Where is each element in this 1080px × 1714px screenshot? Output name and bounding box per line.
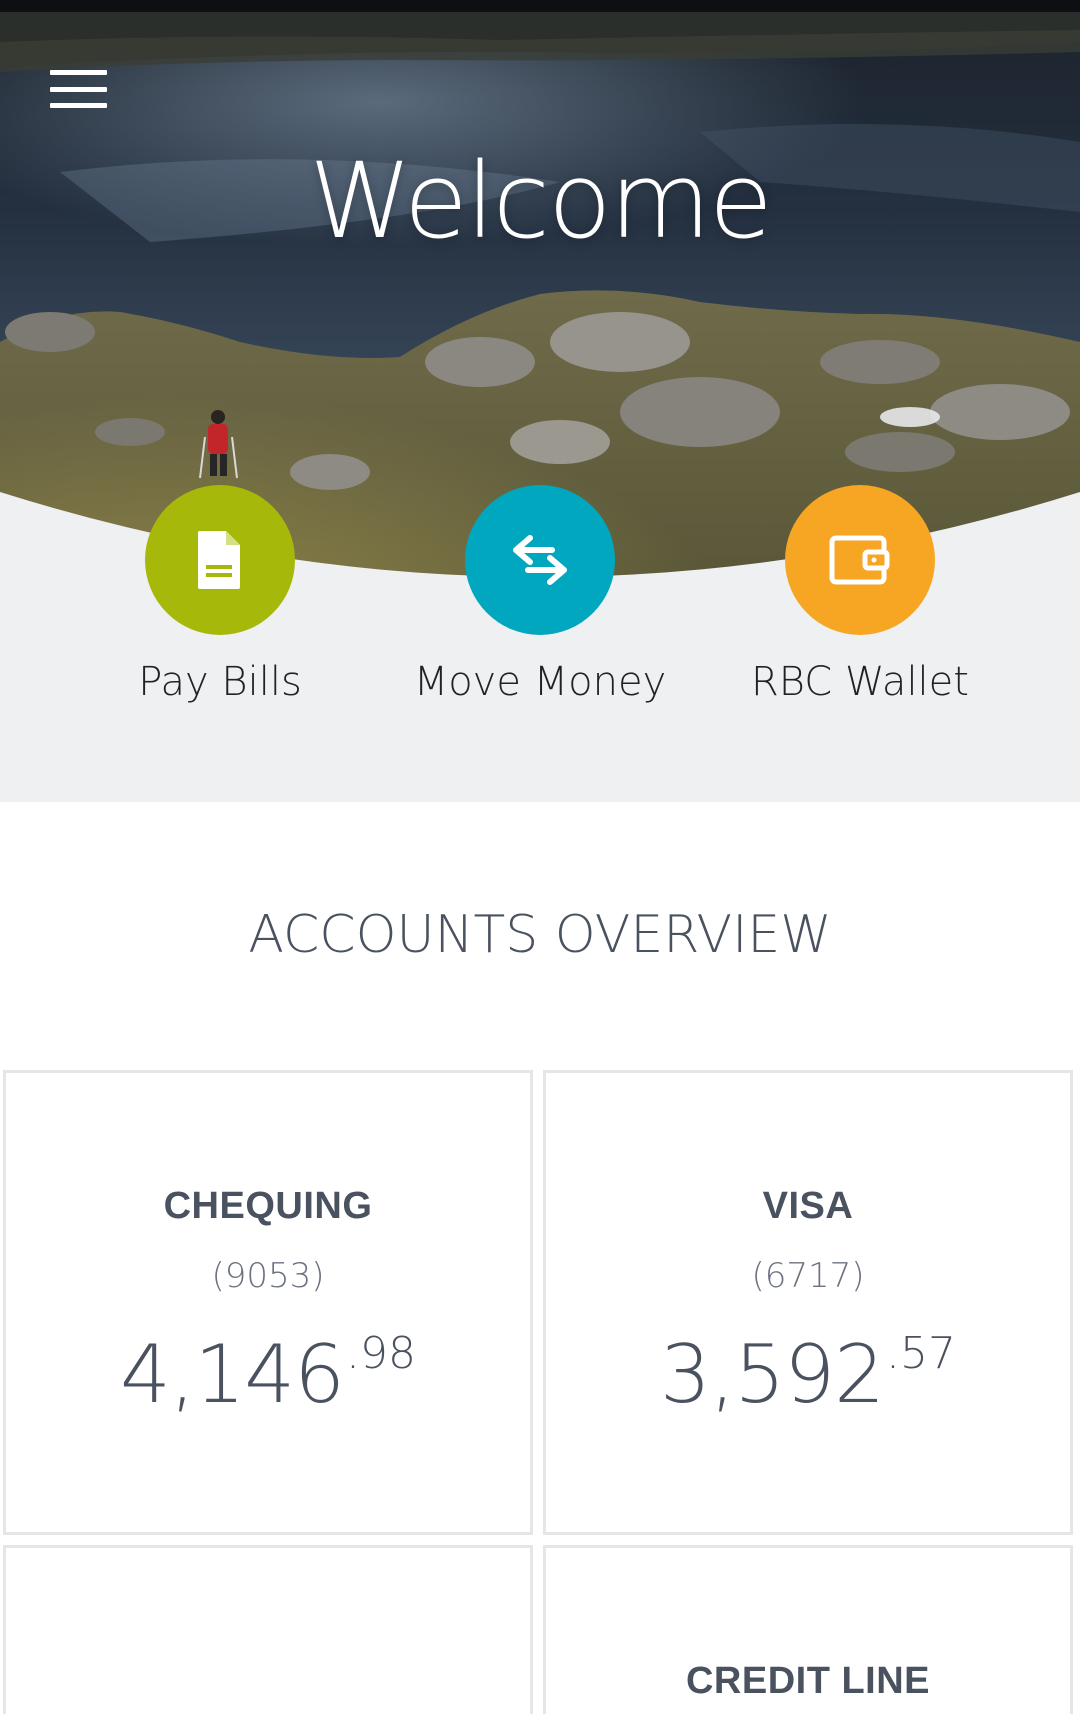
account-balance: 3,592.57 xyxy=(546,1328,1070,1421)
transfer-arrows-icon xyxy=(513,535,567,585)
balance-cents: .98 xyxy=(346,1328,416,1379)
rbc-wallet-button[interactable]: RBC Wallet xyxy=(700,485,1020,705)
account-number: (6717) xyxy=(751,1256,865,1296)
move-money-circle[interactable] xyxy=(465,485,615,635)
pay-bills-circle[interactable] xyxy=(145,485,295,635)
balance-dollars: 4,146 xyxy=(119,1328,345,1421)
pay-bills-button[interactable]: Pay Bills xyxy=(60,485,380,705)
account-name: CREDIT LINE xyxy=(685,1660,931,1702)
account-name: CHEQUING xyxy=(163,1185,373,1227)
move-money-label: Move Money xyxy=(413,659,667,705)
bill-document-icon xyxy=(198,531,240,589)
hamburger-menu-icon-line xyxy=(50,86,107,92)
pay-bills-label: Pay Bills xyxy=(138,659,302,705)
welcome-title: Welcome xyxy=(309,140,773,262)
account-balance: 4,146.98 xyxy=(6,1328,530,1421)
wallet-icon xyxy=(829,535,890,585)
account-card-visa[interactable]: VISA (6717) 3,592.57 xyxy=(543,1070,1073,1535)
rbc-wallet-circle[interactable] xyxy=(785,485,935,635)
accounts-overview-title: ACCOUNTS OVERVIEW xyxy=(248,905,832,965)
account-card-chequing[interactable]: CHEQUING (9053) 4,146.98 xyxy=(3,1070,533,1535)
hamburger-menu-icon-line xyxy=(50,103,107,108)
menu-button[interactable] xyxy=(50,70,120,108)
rbc-wallet-label: RBC Wallet xyxy=(751,659,969,705)
balance-cents: .57 xyxy=(886,1328,956,1379)
account-number: (9053) xyxy=(211,1256,325,1296)
move-money-button[interactable]: Move Money xyxy=(380,485,700,705)
account-card-3[interactable] xyxy=(3,1545,533,1714)
balance-dollars: 3,592 xyxy=(659,1328,885,1421)
quick-actions: Pay Bills Move Money RBC Wallet xyxy=(0,485,1080,705)
account-card-credit-line[interactable]: CREDIT LINE xyxy=(543,1545,1073,1714)
status-bar xyxy=(0,0,1080,12)
account-name: VISA xyxy=(762,1185,854,1227)
hamburger-menu-icon xyxy=(50,70,107,75)
